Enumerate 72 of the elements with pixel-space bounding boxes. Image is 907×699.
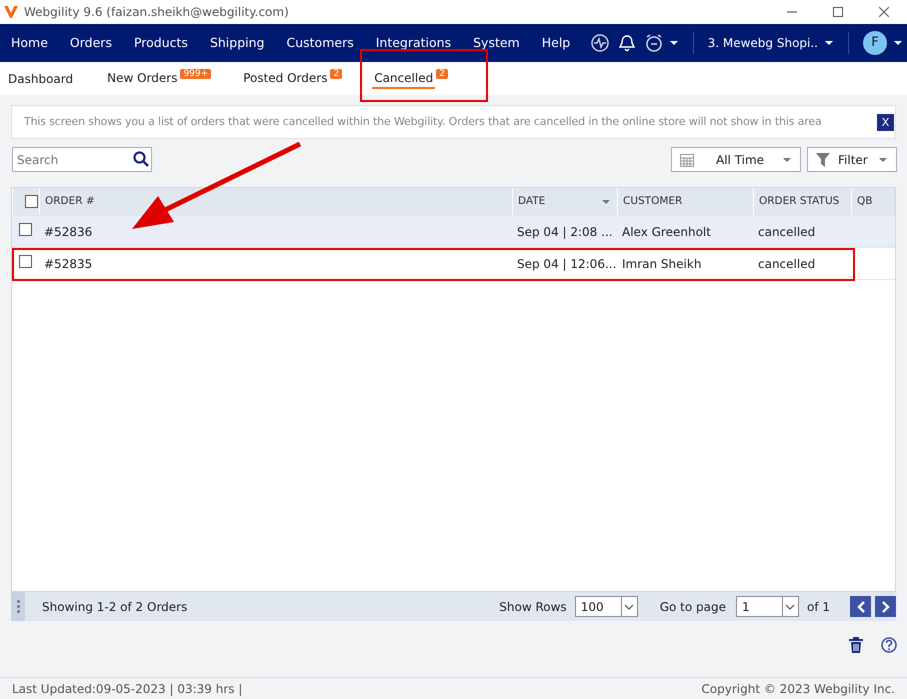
chevron-right-icon — [880, 600, 890, 612]
table-cell-text: Sep 04 | 2:08 ... — [516, 224, 614, 240]
close-button[interactable]: X — [877, 114, 894, 130]
date-filter-dropdown[interactable]: All Time — [671, 147, 801, 172]
page-total: of 1 — [806, 598, 830, 616]
table-cell-text: Imran Sheikh — [621, 256, 702, 272]
info-message: This screen shows you a list of orders that were cancelled within the Webgility. Orders that are cancelled in the online store will not show in this area — [24, 114, 822, 130]
table-row[interactable]: #52835 Sep 04 | 12:06... Imran Sheikh cancelled — [12, 248, 895, 280]
menu-item[interactable]: Customers — [278, 34, 362, 52]
search-icon — [133, 151, 149, 167]
last-updated-text: Last Updated:09-05-2023 | 03:39 hrs | — [12, 680, 242, 698]
close-icon[interactable] — [879, 7, 889, 17]
menu-item[interactable]: Integrations — [368, 34, 460, 52]
drag-handle-icon[interactable] — [16, 600, 20, 613]
caret-icon — [824, 40, 834, 46]
app-logo-icon — [4, 6, 18, 18]
caret-icon — [782, 156, 792, 162]
table-row[interactable]: #52836 Sep 04 | 2:08 ... Alex Greenholt cancelled — [12, 216, 895, 248]
funnel-icon — [816, 152, 830, 166]
rows-per-page-select[interactable]: 100 — [574, 596, 638, 617]
help-icon[interactable] — [881, 637, 897, 653]
column-header[interactable]: CUSTOMER — [617, 188, 753, 215]
previous-page-button[interactable] — [850, 596, 871, 617]
count-badge: 2 — [436, 69, 448, 80]
avatar[interactable]: F — [863, 31, 887, 55]
caret-icon — [668, 40, 679, 46]
menu-item[interactable]: Orders — [62, 34, 120, 52]
next-page-button[interactable] — [875, 596, 896, 617]
table-cell-text: #52836 — [43, 224, 94, 240]
table-cell-text: cancelled — [757, 256, 816, 272]
sort-icon — [601, 198, 611, 204]
calendar-icon — [680, 152, 694, 166]
column-header[interactable]: DATE — [512, 188, 617, 215]
table-cell-text: cancelled — [757, 224, 816, 240]
caret-icon — [878, 156, 888, 162]
menu-item[interactable]: Home — [3, 34, 56, 52]
go-to-page-label: Go to page — [660, 598, 726, 616]
store-dropdown[interactable]: 3. Mewebg Shopi.. — [708, 34, 834, 52]
tab[interactable]: Cancelled — [372, 67, 436, 90]
menu-item[interactable]: System — [465, 34, 528, 52]
tab[interactable]: Dashboard — [6, 68, 76, 90]
chevron-left-icon — [856, 600, 866, 612]
column-header[interactable]: ORDER STATUS — [753, 188, 851, 215]
caret-icon — [893, 40, 903, 46]
trash-icon[interactable] — [849, 637, 863, 653]
search-field[interactable]: Search — [12, 147, 152, 172]
show-rows-label: Show Rows — [499, 598, 567, 616]
column-header[interactable]: QB — [851, 188, 895, 215]
pagination-summary: Showing 1-2 of 2 Orders — [42, 598, 188, 616]
filter-dropdown[interactable]: Filter — [807, 147, 897, 172]
row-checkbox[interactable] — [19, 254, 32, 268]
activity-icon[interactable] — [590, 34, 609, 52]
copyright-text: Copyright © 2023 Webgility Inc. — [701, 680, 895, 698]
table-cell-text: Sep 04 | 12:06... — [516, 256, 617, 272]
maximize-icon[interactable] — [833, 7, 843, 17]
select-all-checkbox[interactable] — [25, 195, 38, 208]
window-title: Webgility 9.6 (faizan.sheikh@webgility.com) — [24, 4, 289, 21]
page-select[interactable]: 1 — [736, 596, 799, 617]
chevron-down-icon — [785, 604, 796, 610]
menu-item[interactable]: Shipping — [202, 34, 272, 52]
tab[interactable]: Posted Orders — [241, 67, 330, 90]
chevron-down-icon — [624, 604, 634, 610]
count-badge: 999+ — [180, 69, 212, 80]
table-cell-text: Alex Greenholt — [621, 224, 712, 240]
tab[interactable]: New Orders — [105, 67, 180, 90]
table-cell-text: #52835 — [43, 256, 94, 272]
bell-icon[interactable] — [618, 34, 635, 52]
menu-item[interactable]: Help — [534, 34, 578, 52]
count-badge: 2 — [330, 69, 342, 80]
alarm-clock-icon[interactable] — [644, 34, 663, 52]
menu-item[interactable]: Products — [126, 34, 196, 52]
row-checkbox[interactable] — [19, 222, 32, 236]
